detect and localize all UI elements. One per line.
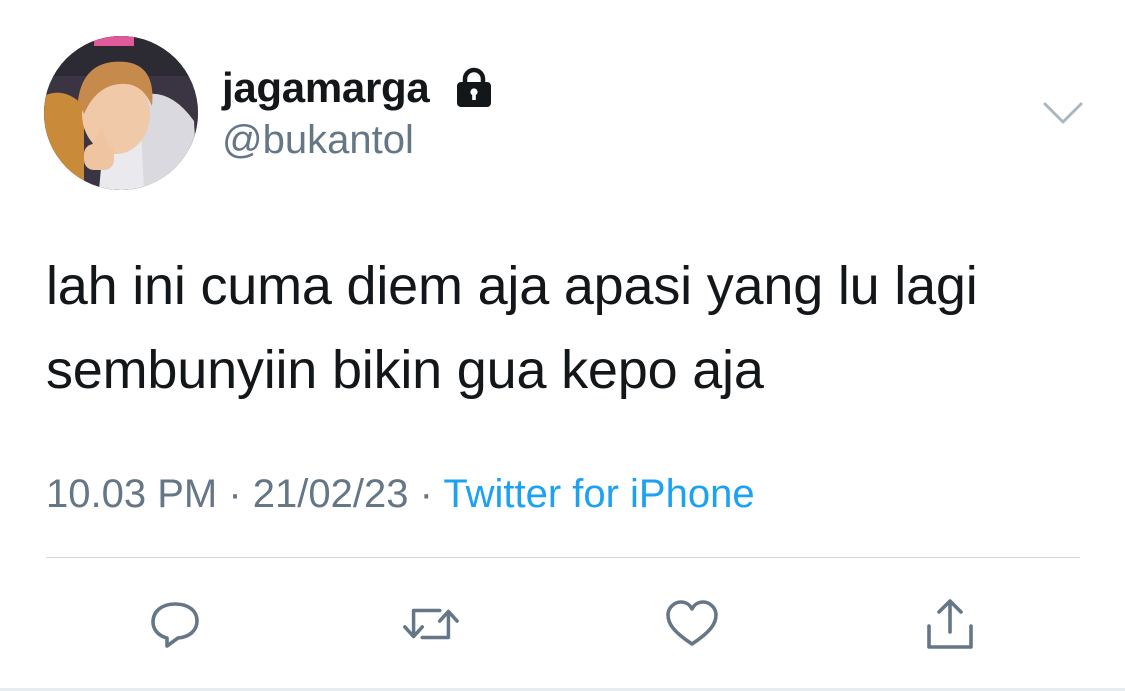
heart-icon	[666, 600, 718, 646]
reply-button[interactable]	[145, 594, 205, 654]
tweet-source-link[interactable]: Twitter for iPhone	[443, 472, 754, 516]
tweet-text-line-1: lah ini cuma diem aja apasi yang lu lagi	[46, 256, 978, 316]
tweet-text-line-2: sembunyiin bikin gua kepo aja	[46, 340, 764, 400]
avatar-photo	[44, 36, 198, 190]
retweet-button[interactable]	[401, 594, 461, 654]
meta-separator: ·	[228, 472, 242, 516]
chevron-down-icon[interactable]	[1041, 98, 1085, 128]
action-bar	[0, 594, 1125, 654]
name-row: jagamarga	[222, 62, 495, 114]
like-button[interactable]	[662, 594, 722, 654]
tweet-date: 21/02/23	[252, 472, 409, 516]
meta-separator: ·	[419, 472, 433, 516]
retweet-icon	[403, 608, 459, 640]
tweet-meta: 10.03 PM · 21/02/23 · Twitter for iPhone	[46, 472, 755, 517]
tweet-time: 10.03 PM	[46, 472, 218, 516]
reply-icon	[151, 602, 199, 648]
display-name[interactable]: jagamarga	[222, 64, 430, 112]
lock-icon	[453, 67, 495, 109]
share-button[interactable]	[920, 594, 980, 654]
share-icon	[927, 599, 973, 649]
tweet-text: lah ini cuma diem aja apasi yang lu lagi…	[46, 244, 1096, 412]
user-handle[interactable]: @bukantol	[222, 118, 414, 163]
avatar[interactable]	[44, 36, 198, 190]
divider	[46, 557, 1080, 558]
